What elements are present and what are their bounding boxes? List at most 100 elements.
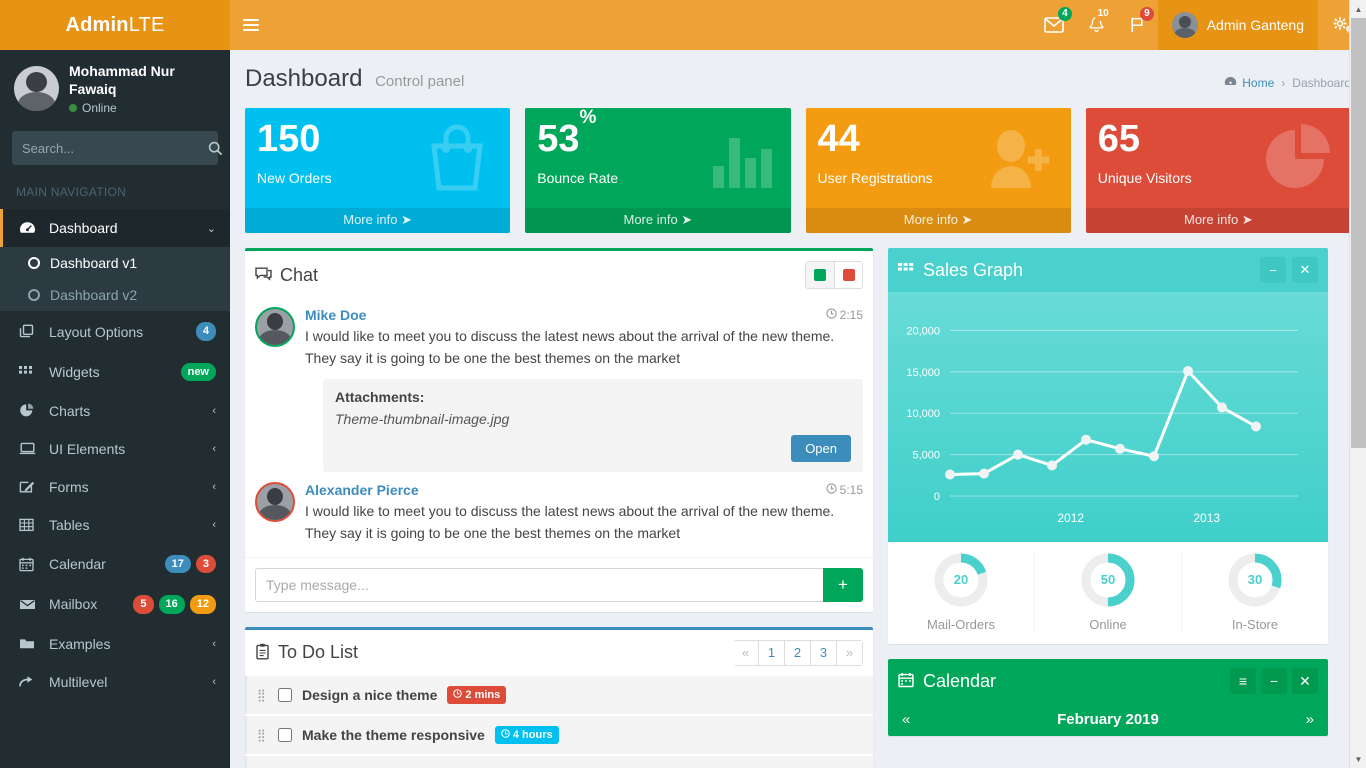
- folder-icon: [19, 637, 38, 650]
- sidebar-link-examples[interactable]: Examples ‹: [0, 625, 230, 663]
- sidebar-sublink-dashboard-v1[interactable]: Dashboard v1: [0, 247, 230, 279]
- envelope-icon: [19, 598, 38, 611]
- sidebar-link-ui-elements[interactable]: UI Elements ‹: [0, 430, 230, 468]
- sidebar-item-widgets[interactable]: Widgets new: [0, 352, 230, 392]
- messages-menu[interactable]: 4: [1032, 0, 1076, 50]
- calendar-next-button[interactable]: »: [1306, 711, 1314, 728]
- messages-badge: 4: [1058, 7, 1072, 21]
- search-icon[interactable]: [208, 131, 223, 165]
- notifications-menu[interactable]: 10: [1076, 0, 1117, 50]
- chat-timestamp: 2:15: [826, 308, 863, 322]
- sidebar-item-calendar[interactable]: Calendar 17 3: [0, 544, 230, 584]
- pagination-next[interactable]: »: [836, 640, 863, 666]
- page-title: Dashboard Control panel: [245, 65, 464, 93]
- sidebar-toggle-button[interactable]: [230, 0, 272, 50]
- sidebar-item-tables[interactable]: Tables ‹: [0, 506, 230, 544]
- sidebar-link-multilevel[interactable]: Multilevel ‹: [0, 663, 230, 701]
- sidebar-link-charts[interactable]: Charts ‹: [0, 392, 230, 430]
- chat-author-name[interactable]: Alexander Pierce: [305, 482, 419, 498]
- chat-box-tools: [805, 261, 863, 289]
- sidebar-badges-layout-options: 4: [196, 322, 216, 340]
- knob-value: 20: [954, 572, 968, 587]
- sidebar-item-forms[interactable]: Forms ‹: [0, 468, 230, 506]
- sidebar-user-status: Online: [69, 101, 220, 115]
- sidebar-item-dashboard[interactable]: Dashboard ⌄ Dashboard v1 Dashboard v2: [0, 209, 230, 311]
- chat-avatar: [255, 482, 295, 522]
- sidebar-item-multilevel[interactable]: Multilevel ‹: [0, 663, 230, 701]
- chart-data-point: [1149, 451, 1159, 461]
- sidebar-subitem-dashboard-v1[interactable]: Dashboard v1: [0, 247, 230, 279]
- todo-checkbox[interactable]: [278, 728, 292, 742]
- chat-message: Alexander Pierce 5:15 I woul: [255, 474, 863, 546]
- chat-send-button[interactable]: +: [823, 568, 863, 602]
- scroll-up-arrow-icon[interactable]: ▲: [1350, 0, 1366, 18]
- attachment-heading: Attachments:: [335, 389, 851, 405]
- sidebar-item-examples[interactable]: Examples ‹: [0, 625, 230, 663]
- chat-message-body: Mike Doe 2:15 I would like t: [305, 307, 863, 472]
- stat-number: 44: [818, 118, 860, 160]
- pagination-page-1[interactable]: 1: [758, 640, 785, 666]
- pagination-prev[interactable]: «: [733, 640, 759, 666]
- tasks-badge: 9: [1140, 7, 1154, 21]
- drag-handle-icon[interactable]: ⣿: [257, 692, 268, 698]
- todo-box-title: To Do List: [278, 642, 358, 663]
- stat-more-info-link[interactable]: More info ➤: [806, 208, 1071, 233]
- close-button[interactable]: ✕: [1292, 668, 1318, 694]
- todo-checkbox[interactable]: [278, 688, 292, 702]
- sidebar-search[interactable]: [12, 131, 218, 165]
- sidebar-link-dashboard[interactable]: Dashboard ⌄: [0, 209, 230, 247]
- chat-status-online-button[interactable]: [806, 262, 834, 288]
- sidebar-item-layout-options[interactable]: Layout Options 4: [0, 311, 230, 351]
- sidebar-link-layout-options[interactable]: Layout Options 4: [0, 311, 230, 351]
- badge-count: 12: [190, 595, 216, 613]
- sales-graph-header: Sales Graph − ✕: [888, 248, 1328, 292]
- breadcrumb-home-link[interactable]: Home: [1224, 76, 1274, 90]
- sidebar-item-charts[interactable]: Charts ‹: [0, 392, 230, 430]
- todo-text: Make the theme responsive: [302, 727, 485, 743]
- knob-label: In-Store: [1182, 617, 1328, 632]
- stat-more-info-link[interactable]: More info ➤: [525, 208, 790, 233]
- chat-status-offline-button[interactable]: [834, 262, 862, 288]
- sidebar-link-calendar[interactable]: Calendar 17 3: [0, 544, 230, 584]
- sidebar-badges-widgets: new: [181, 363, 216, 381]
- user-account-menu[interactable]: Admin Ganteng: [1158, 0, 1318, 50]
- minimize-button[interactable]: −: [1261, 668, 1287, 694]
- chart-data-point: [1183, 366, 1193, 376]
- sidebar-link-widgets[interactable]: Widgets new: [0, 352, 230, 392]
- todo-item[interactable]: [245, 756, 873, 768]
- knob-value: 30: [1248, 572, 1262, 587]
- sidebar-link-tables[interactable]: Tables ‹: [0, 506, 230, 544]
- arrow-circle-right-icon: ➤: [401, 212, 412, 227]
- sidebar-item-ui-elements[interactable]: UI Elements ‹: [0, 430, 230, 468]
- navbar-body: 4 10 9 Admin Ganteng: [230, 0, 1366, 50]
- sidebar-sublink-dashboard-v2[interactable]: Dashboard v2: [0, 279, 230, 311]
- sidebar-subitem-dashboard-v2[interactable]: Dashboard v2: [0, 279, 230, 311]
- calendar-prev-button[interactable]: «: [902, 711, 910, 728]
- drag-handle-icon[interactable]: ⣿: [257, 732, 268, 738]
- green-square-icon: [814, 269, 826, 281]
- attachment-open-button[interactable]: Open: [791, 435, 851, 462]
- tasks-menu[interactable]: 9: [1117, 0, 1158, 50]
- sidebar-link-forms[interactable]: Forms ‹: [0, 468, 230, 506]
- page-scrollbar[interactable]: ▲ ▼: [1349, 0, 1366, 768]
- stat-more-info-link[interactable]: More info ➤: [1086, 208, 1351, 233]
- close-button[interactable]: ✕: [1292, 257, 1318, 283]
- y-axis-tick-label: 10,000: [906, 408, 940, 420]
- calendar-header: Calendar ≡ − ✕: [888, 659, 1328, 703]
- scrollbar-thumb[interactable]: [1351, 18, 1366, 448]
- minimize-button[interactable]: −: [1260, 257, 1286, 283]
- brand-logo[interactable]: AdminLTE: [0, 0, 230, 50]
- chat-author-name[interactable]: Mike Doe: [305, 307, 366, 323]
- search-input[interactable]: [12, 141, 208, 156]
- pagination-page-2[interactable]: 2: [784, 640, 811, 666]
- todo-item[interactable]: ⣿ Design a nice theme 2 mins: [245, 676, 873, 714]
- pagination-page-3[interactable]: 3: [810, 640, 837, 666]
- sidebar-item-mailbox[interactable]: Mailbox 5 16 12: [0, 584, 230, 624]
- breadcrumb-home-label: Home: [1242, 76, 1274, 90]
- calendar-menu-button[interactable]: ≡: [1230, 668, 1256, 694]
- sidebar-link-mailbox[interactable]: Mailbox 5 16 12: [0, 584, 230, 624]
- chat-message-input[interactable]: [255, 568, 823, 602]
- scroll-down-arrow-icon[interactable]: ▼: [1350, 750, 1366, 768]
- todo-item[interactable]: ⣿ Make the theme responsive 4 hours: [245, 716, 873, 754]
- stat-more-info-link[interactable]: More info ➤: [245, 208, 510, 233]
